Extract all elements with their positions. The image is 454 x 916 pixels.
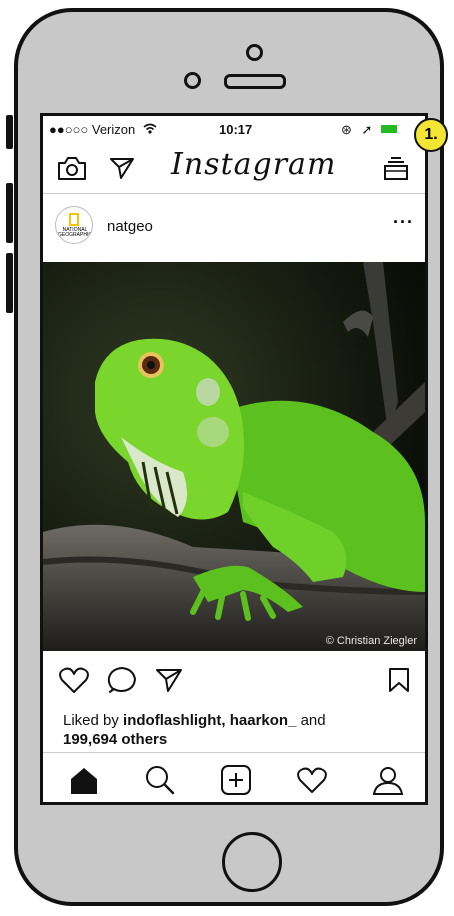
likes-prefix: Liked by — [63, 712, 124, 729]
likes-count[interactable]: 199,694 others — [63, 731, 167, 748]
add-icon[interactable] — [219, 763, 253, 797]
earpiece-speaker — [224, 74, 286, 89]
status-icons: ⊛ ➚ — [341, 122, 376, 137]
mute-switch[interactable] — [6, 115, 13, 149]
post-photo[interactable]: © Christian Ziegler — [43, 262, 425, 651]
proximity-sensor — [184, 72, 201, 89]
front-camera — [246, 44, 263, 61]
photo-credit: © Christian Ziegler — [325, 635, 417, 647]
wifi-icon — [143, 123, 157, 134]
carrier-label: ●●○○○ Verizon — [49, 122, 136, 137]
avatar-text: NATIONAL GEOGRAPHIC — [58, 227, 92, 238]
likes-and: and — [296, 712, 326, 729]
home-button[interactable] — [222, 832, 282, 892]
like-heart-icon[interactable] — [59, 666, 89, 694]
iguana-image — [43, 262, 425, 651]
status-bar: ●●○○○ Verizon 10:17 ⊛ ➚ — [43, 116, 425, 140]
send-icon[interactable] — [109, 156, 135, 180]
share-send-icon[interactable] — [155, 667, 183, 693]
comment-icon[interactable] — [107, 666, 137, 694]
clock: 10:17 — [219, 122, 253, 137]
natgeo-logo-icon — [69, 213, 79, 226]
likes-separator: , — [221, 712, 230, 729]
profile-icon[interactable] — [371, 763, 405, 797]
avatar[interactable]: NATIONAL GEOGRAPHIC — [55, 206, 93, 244]
more-options-button[interactable]: ··· — [393, 212, 414, 233]
post-username[interactable]: natgeo — [107, 218, 153, 235]
annotation-callout: 1. — [414, 118, 448, 152]
camera-icon[interactable] — [57, 155, 87, 181]
home-icon[interactable] — [67, 763, 101, 797]
inbox-icon[interactable] — [383, 155, 409, 181]
volume-down-button[interactable] — [6, 253, 13, 313]
post-header: NATIONAL GEOGRAPHIC natgeo ··· — [43, 196, 425, 254]
top-bar: Instagram — [43, 141, 425, 194]
volume-up-button[interactable] — [6, 183, 13, 243]
battery-icon — [381, 125, 397, 133]
instagram-logo: Instagram — [171, 147, 337, 182]
search-icon[interactable] — [143, 763, 177, 797]
screen: ●●○○○ Verizon 10:17 ⊛ ➚ Instagram NATION… — [40, 113, 428, 805]
likes-text: Liked by indoflashlight, haarkon_ and 19… — [63, 711, 393, 749]
liker-link[interactable]: haarkon_ — [230, 712, 297, 729]
liker-link[interactable]: indoflashlight — [123, 712, 221, 729]
bookmark-icon[interactable] — [388, 667, 410, 693]
heart-icon[interactable] — [295, 763, 329, 797]
bottom-tab-bar — [43, 752, 425, 802]
